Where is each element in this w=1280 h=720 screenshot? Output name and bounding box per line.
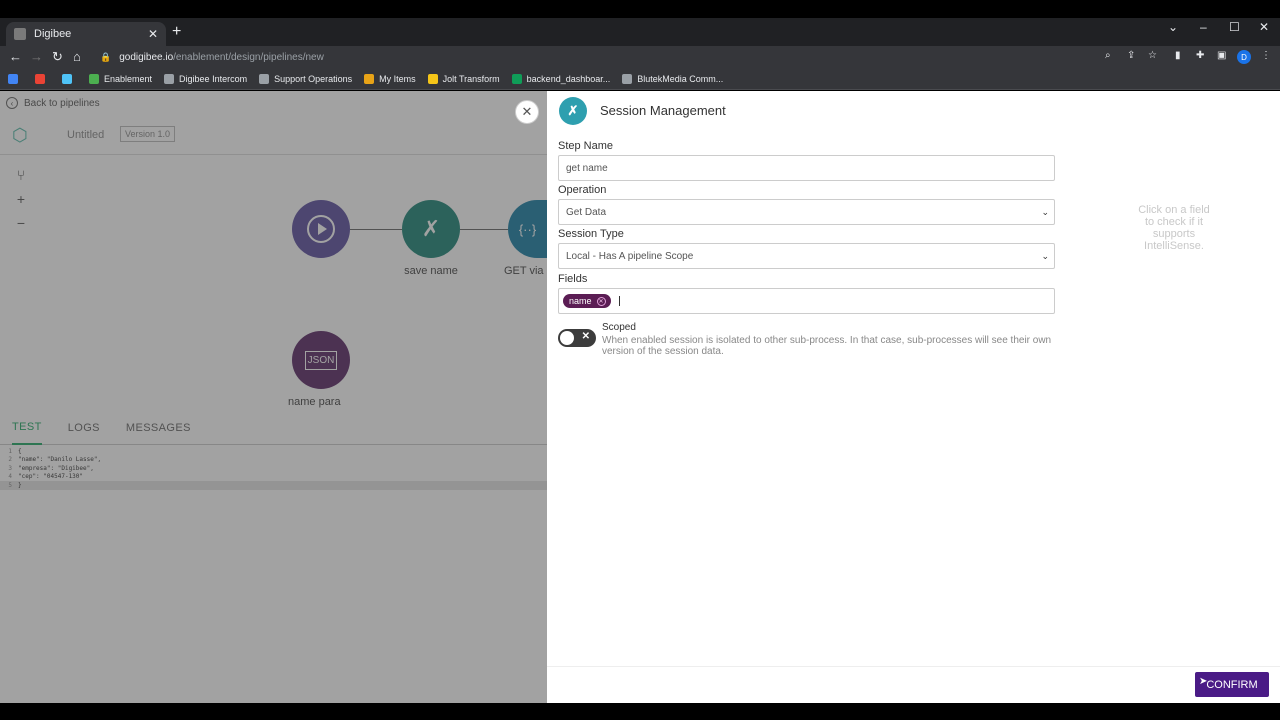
chip-remove-icon[interactable]: ✕ bbox=[596, 296, 606, 306]
top-letterbox bbox=[0, 0, 1280, 18]
bookmark-item[interactable]: BlutekMedia Comm... bbox=[622, 73, 723, 84]
fields-input[interactable]: name ✕ bbox=[558, 288, 1055, 314]
chevron-down-icon: ⌄ bbox=[1041, 207, 1049, 217]
app-page: ‹ Back to pipelines ⬡ Untitled Version 1… bbox=[0, 91, 1280, 703]
tab-search-icon[interactable]: ⌄ bbox=[1168, 20, 1178, 34]
session-type-label: Session Type bbox=[558, 228, 624, 240]
digibee-bm-icon[interactable] bbox=[62, 73, 77, 84]
browser-tab-bar: Digibee ✕ + ⌄ – ☐ ✕ bbox=[0, 18, 1280, 46]
bookmark-item[interactable]: Enablement bbox=[89, 73, 152, 84]
screen: Digibee ✕ + ⌄ – ☐ ✕ ← → ↻ ⌂ 🔒 godigibee.… bbox=[0, 0, 1280, 720]
profile-avatar[interactable]: D bbox=[1237, 50, 1251, 64]
bookmark-icon bbox=[164, 73, 175, 84]
field-chip[interactable]: name ✕ bbox=[563, 294, 611, 308]
footer-divider bbox=[547, 666, 1280, 667]
sidepanel-icon[interactable]: ▣ bbox=[1217, 50, 1226, 61]
new-tab-icon[interactable]: + bbox=[172, 24, 181, 40]
bookmark-icon bbox=[89, 73, 99, 84]
session-management-panel: ✗ Session Management Step Name get name … bbox=[547, 91, 1280, 703]
toggle-off-icon: ✕ bbox=[581, 331, 590, 342]
operation-label: Operation bbox=[558, 184, 607, 196]
bookmark-star-icon[interactable]: ☆ bbox=[1148, 50, 1157, 61]
tab-close-icon[interactable]: ✕ bbox=[148, 27, 158, 41]
home-icon[interactable]: ⌂ bbox=[73, 49, 81, 64]
extension-icon[interactable]: ▮ bbox=[1175, 50, 1181, 61]
modal-backdrop[interactable] bbox=[0, 91, 547, 703]
bookmarks-bar: Enablement Digibee Intercom Support Oper… bbox=[0, 68, 1280, 90]
fields-label: Fields bbox=[558, 273, 588, 285]
lock-icon: 🔒 bbox=[100, 51, 112, 62]
scoped-label: Scoped bbox=[602, 322, 636, 333]
panel-title: Session Management bbox=[600, 103, 726, 118]
step-name-field[interactable]: get name bbox=[558, 155, 1055, 181]
puzzle-icon[interactable]: ✚ bbox=[1196, 50, 1204, 61]
scoped-toggle[interactable]: ✕ bbox=[558, 329, 596, 347]
share-icon[interactable]: ⇪ bbox=[1127, 50, 1135, 61]
text-caret bbox=[618, 296, 620, 306]
zoom-icon[interactable]: ⌕ bbox=[1105, 50, 1111, 61]
bookmark-item[interactable]: Jolt Transform bbox=[427, 73, 500, 84]
bookmark-item[interactable]: Digibee Intercom bbox=[164, 73, 247, 84]
bookmark-item[interactable]: Support Operations bbox=[259, 73, 352, 84]
reload-icon[interactable]: ↻ bbox=[52, 49, 63, 65]
scoped-description: When enabled session is isolated to othe… bbox=[602, 335, 1052, 357]
apps-icon[interactable] bbox=[8, 73, 23, 84]
address-bar: ← → ↻ ⌂ 🔒 godigibee.io/enablement/design… bbox=[0, 46, 1280, 68]
tab-title: Digibee bbox=[34, 28, 72, 40]
forward-arrow-icon[interactable]: → bbox=[30, 49, 43, 64]
url-field[interactable]: 🔒 godigibee.io/enablement/design/pipelin… bbox=[92, 47, 1272, 67]
url-host: godigibee.io bbox=[119, 51, 174, 63]
window-close-icon[interactable]: ✕ bbox=[1259, 20, 1269, 34]
minimize-icon[interactable]: – bbox=[1200, 20, 1207, 34]
browser-tab[interactable]: Digibee ✕ bbox=[6, 22, 166, 46]
session-management-icon: ✗ bbox=[559, 97, 587, 125]
bookmark-item[interactable]: My Items bbox=[364, 73, 416, 84]
back-arrow-icon[interactable]: ← bbox=[9, 49, 22, 64]
bookmark-icon bbox=[427, 73, 438, 84]
session-type-select[interactable]: Local - Has A pipeline Scope ⌄ bbox=[558, 243, 1055, 269]
gmail-icon[interactable] bbox=[35, 73, 50, 84]
bookmark-icon bbox=[511, 73, 522, 84]
bottom-letterbox bbox=[0, 703, 1280, 720]
chevron-down-icon: ⌄ bbox=[1041, 251, 1049, 261]
toggle-knob bbox=[560, 331, 574, 345]
step-name-label: Step Name bbox=[558, 140, 614, 152]
close-panel-icon[interactable]: ✕ bbox=[515, 100, 539, 124]
bookmark-icon bbox=[622, 73, 633, 84]
intellisense-hint: Click on a field to check if it supports… bbox=[1138, 204, 1210, 252]
bookmark-item[interactable]: backend_dashboar... bbox=[511, 73, 610, 84]
bookmark-icon bbox=[364, 73, 375, 84]
digibee-favicon-icon bbox=[14, 28, 26, 40]
mouse-cursor-icon: ➤ bbox=[1199, 676, 1208, 687]
url-path: /enablement/design/pipelines/new bbox=[173, 51, 324, 63]
maximize-icon[interactable]: ☐ bbox=[1229, 20, 1240, 34]
pipeline-canvas: ‹ Back to pipelines ⬡ Untitled Version 1… bbox=[0, 91, 547, 703]
operation-select[interactable]: Get Data ⌄ bbox=[558, 199, 1055, 225]
bookmark-icon bbox=[259, 73, 270, 84]
menu-kebab-icon[interactable]: ⋮ bbox=[1261, 50, 1271, 61]
